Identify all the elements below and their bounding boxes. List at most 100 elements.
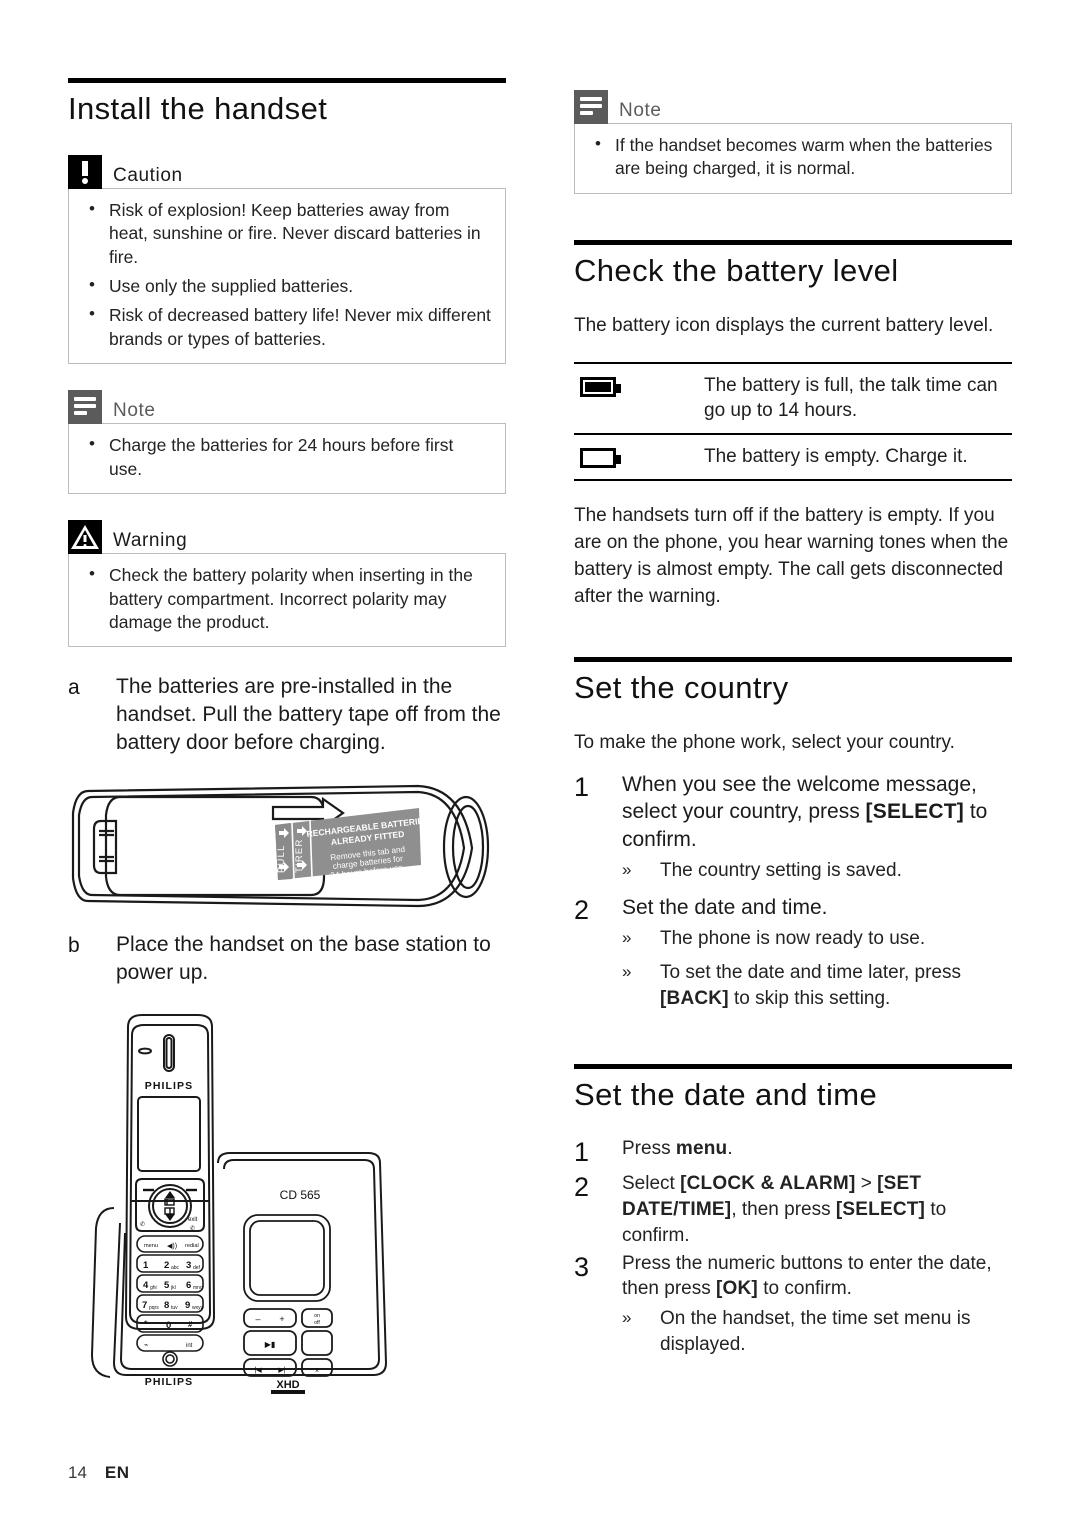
svg-text:mno: mno [193, 1285, 203, 1291]
battery-level-table: The battery is full, the talk time can g… [574, 361, 1012, 481]
result-text: The phone is now ready to use. [660, 928, 926, 950]
install-steps-b: b Place the handset on the base station … [68, 931, 506, 987]
exclamation-icon [68, 154, 102, 189]
svg-text:abc: abc [171, 1265, 180, 1271]
table-row: The battery is full, the talk time can g… [574, 361, 1012, 434]
menu-key-label: menu [144, 1243, 158, 1249]
step-text: Set the date and time. [622, 896, 828, 920]
caution-title: Caution [113, 164, 183, 186]
next-label: ▶| [278, 1367, 285, 1374]
warning-triangle-icon [68, 520, 102, 555]
note-list: If the handset becomes warm when the bat… [589, 133, 997, 181]
battery-full-icon [574, 373, 704, 397]
handset-illustration: PHILIPS CD 565 ✆ exit ✆ menu ◀)) redial … [90, 1014, 388, 1395]
svg-text:9: 9 [185, 1300, 190, 1311]
list-item: Risk of explosion! Keep batteries away f… [83, 198, 491, 269]
numbered-step: 2 Select [CLOCK & ALARM] > [SET DATE/TIM… [574, 1171, 1012, 1248]
note-title: Note [619, 100, 662, 121]
step-number: 1 [574, 1137, 590, 1168]
handset-brand-label: PHILIPS [145, 1080, 194, 1092]
warning-callout: Warning Check the battery polarity when … [68, 520, 506, 648]
volume-up-label: + [279, 1314, 284, 1324]
page-number: 14 [68, 1463, 87, 1482]
end-key-icon: ✆ [190, 1225, 195, 1232]
section-heading: Set the country [574, 669, 789, 705]
step-number: 2 [574, 1172, 590, 1203]
svg-text:def: def [193, 1265, 201, 1271]
set-country-intro: To make the phone work, select your coun… [574, 731, 955, 753]
language-code: EN [104, 1463, 130, 1482]
step-text: Press the numeric buttons to enter the d… [622, 1252, 992, 1300]
battery-empty-icon [574, 444, 704, 469]
result-arrow-icon: » [622, 961, 632, 981]
result-arrow-icon: » [622, 860, 632, 880]
section-rule [574, 239, 1012, 245]
result-text: The country setting is saved. [660, 860, 902, 882]
caution-callout: Caution Risk of explosion! Keep batterie… [68, 154, 506, 365]
list-item: Check the battery polarity when insertin… [83, 563, 491, 634]
svg-text:jkl: jkl [170, 1285, 176, 1291]
result-arrow-icon: » [622, 1308, 632, 1328]
svg-text:8: 8 [164, 1300, 169, 1311]
set-country-section: Set the country [574, 656, 1012, 708]
install-steps: a The batteries are pre-installed in the… [68, 673, 506, 757]
battery-door-illustration: PULL TIRER RECHARGEABLE BATTERIES ALREAD… [71, 785, 490, 908]
section-rule [68, 78, 506, 83]
step-b: b Place the handset on the base station … [68, 931, 506, 987]
battery-level-paragraph: The handsets turn off if the battery is … [574, 505, 1009, 607]
step-results: » The phone is now ready to use. » To se… [622, 926, 1012, 1011]
svg-text:0: 0 [166, 1320, 171, 1331]
step-text: The batteries are pre-installed in the h… [116, 675, 501, 755]
off-label: off [314, 1320, 320, 1326]
caution-list: Risk of explosion! Keep batteries away f… [83, 198, 491, 352]
numbered-step: 1 When you see the welcome message, sele… [574, 771, 1012, 893]
set-country-steps: 1 When you see the welcome message, sele… [574, 771, 1012, 1020]
step-number: 1 [574, 771, 590, 802]
svg-text:wxyz: wxyz [192, 1305, 204, 1311]
svg-text:*: * [144, 1319, 148, 1329]
list-item: If the handset becomes warm when the bat… [589, 133, 997, 181]
step-marker: b [68, 934, 80, 958]
note-callout-right: Note If the handset becomes warm when th… [574, 90, 1012, 194]
warning-header: Warning [68, 520, 506, 555]
step-text: Place the handset on the base station to… [116, 933, 491, 985]
list-item: Charge the batteries for 24 hours before… [83, 433, 491, 481]
note-title: Note [113, 400, 156, 422]
int-key-label: int [186, 1343, 193, 1349]
redial-key-label: redial [185, 1243, 199, 1249]
result-text: To set the date and time later, press [B… [660, 961, 962, 1009]
caution-body: Risk of explosion! Keep batteries away f… [68, 187, 506, 365]
step-number: 3 [574, 1251, 590, 1282]
battery-level-intro: The battery icon displays the current ba… [574, 314, 994, 336]
manual-page: Install the handset Caution Risk of expl… [0, 0, 1080, 1527]
note-lines-icon [574, 90, 608, 124]
battery-level-section: Check the battery level [574, 239, 1012, 291]
svg-text:ghi: ghi [150, 1285, 157, 1291]
step-text: Select [CLOCK & ALARM] > [SET DATE/TIME]… [622, 1173, 947, 1246]
result-arrow-icon: » [622, 928, 632, 948]
note-list: Charge the batteries for 24 hours before… [83, 433, 491, 481]
play-pause-label: ▶▮ [265, 1340, 276, 1349]
step-a: a The batteries are pre-installed in the… [68, 673, 506, 757]
caution-header: Caution [68, 154, 506, 189]
svg-text:pqrs: pqrs [149, 1305, 159, 1311]
warning-body: Check the battery polarity when insertin… [68, 553, 506, 648]
set-date-time-section: Set the date and time [574, 1063, 1012, 1115]
delete-label: x [315, 1367, 319, 1374]
warning-title: Warning [113, 530, 188, 552]
result-item: » To set the date and time later, press … [622, 960, 1012, 1012]
result-item: » The phone is now ready to use. [622, 926, 1012, 952]
exit-key-label: exit [188, 1217, 198, 1223]
page-title: Install the handset [68, 91, 328, 126]
right-column: Note If the handset becomes warm when th… [574, 78, 1012, 1368]
install-handset-section: Install the handset [68, 78, 506, 129]
on-label: on [314, 1313, 320, 1319]
handset-base-figure: PHILIPS CD 565 ✆ exit ✆ menu ◀)) redial … [68, 1003, 506, 1403]
list-item: Risk of decreased battery life! Never mi… [83, 303, 491, 351]
section-heading: Check the battery level [574, 252, 899, 288]
result-item: » On the handset, the time set menu is d… [622, 1306, 1012, 1358]
page-footer: 14 EN [68, 1463, 130, 1483]
talk-key-icon: ✆ [140, 1221, 145, 1228]
section-rule [574, 656, 1012, 662]
mute-key-icon: ⌁ [144, 1342, 148, 1349]
